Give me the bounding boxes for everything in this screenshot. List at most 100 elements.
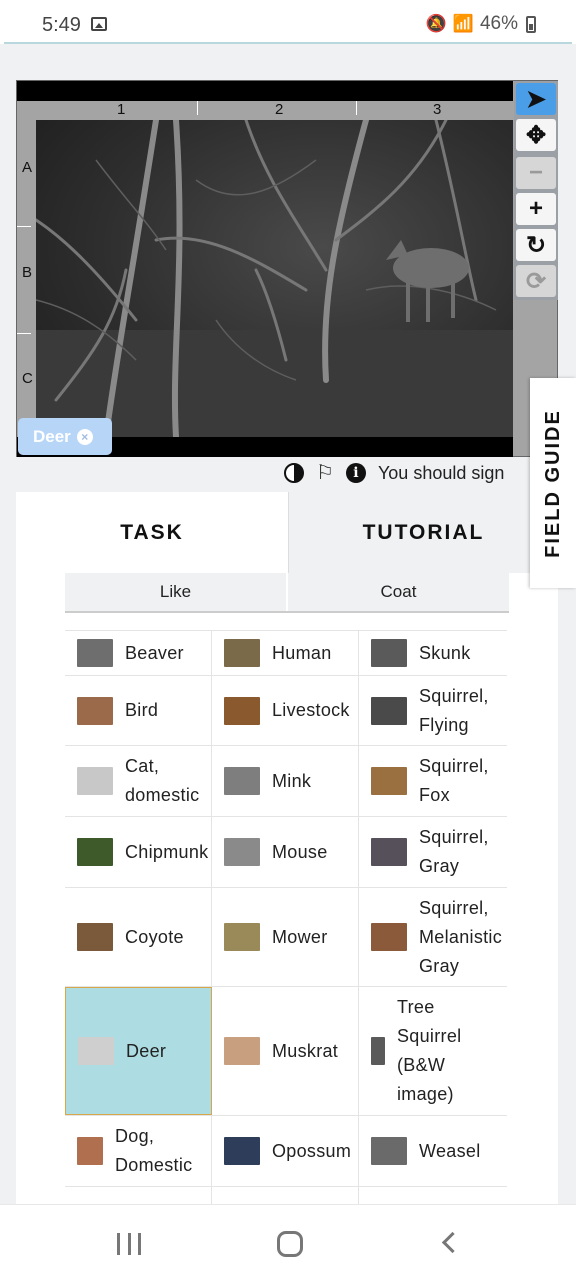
species-label: Chipmunk <box>125 841 209 862</box>
species-thumbnail <box>224 838 260 866</box>
species-option[interactable]: Tree Squirrel (B&W image) <box>359 987 506 1115</box>
species-option-selected[interactable]: Deer <box>65 987 212 1115</box>
species-option[interactable]: Mink <box>212 746 359 816</box>
subject-viewer[interactable]: 1 2 3 A B C ➤ ✥ − + ↻ ⟳ Deer × <box>16 80 558 457</box>
species-label: Muskrat <box>272 1040 339 1061</box>
species-label: Skunk <box>419 642 471 663</box>
field-guide-label: FIELD GUIDE <box>541 408 564 558</box>
species-row: Cat, domestic Mink Squirrel, Fox <box>65 745 507 816</box>
species-thumbnail <box>77 838 113 866</box>
filter-bar: Like Coat <box>65 573 509 613</box>
field-guide-button[interactable]: FIELD GUIDE <box>530 378 576 588</box>
rotate-icon[interactable]: ↻ <box>516 229 556 261</box>
species-label: Coyote <box>125 926 184 947</box>
species-thumbnail <box>224 696 260 725</box>
grid-column-label: 3 <box>433 101 442 118</box>
species-thumbnail <box>224 1137 260 1165</box>
pointer-tool-icon[interactable]: ➤ <box>516 83 556 115</box>
species-label: Mink <box>272 770 312 791</box>
species-label: Tree Squirrel (B&W image) <box>397 997 462 1104</box>
flag-icon[interactable]: ⚐ <box>316 463 334 483</box>
species-thumbnail <box>224 923 260 951</box>
filter-coat-button[interactable]: Coat <box>286 573 509 611</box>
tab-tutorial[interactable]: TUTORIAL <box>288 492 558 573</box>
camera-trap-photo[interactable] <box>36 120 513 437</box>
remove-tag-icon[interactable]: × <box>76 428 93 445</box>
species-grid: Beaver Human Skunk Bird Livestock Squirr… <box>65 630 507 1206</box>
selected-species-tag[interactable]: Deer × <box>18 418 112 455</box>
status-icons: 🔕 📶 46% <box>426 13 536 35</box>
grid-tick <box>17 226 31 227</box>
species-option[interactable]: Dog, Domestic <box>65 1116 212 1186</box>
wifi-icon: 📶 <box>452 14 474 33</box>
species-row: Coyote Mower Squirrel, Melanistic Gray <box>65 887 507 986</box>
species-option[interactable]: Bird <box>65 676 212 745</box>
species-option[interactable]: Muskrat <box>212 987 359 1115</box>
grid-row-label: A <box>22 159 33 176</box>
species-thumbnail <box>224 767 260 795</box>
species-label: Squirrel, Melanistic Gray <box>419 897 503 976</box>
species-option[interactable]: Squirrel, Fox <box>359 746 506 816</box>
species-label: Squirrel, Gray <box>419 827 489 876</box>
species-row: Bird Livestock Squirrel, Flying <box>65 675 507 745</box>
species-option[interactable]: Mower <box>212 888 359 986</box>
zoom-out-icon[interactable]: − <box>516 157 556 189</box>
species-thumbnail <box>371 767 407 795</box>
species-label: Cat, domestic <box>125 756 200 805</box>
species-option[interactable]: Livestock <box>212 676 359 745</box>
battery-icon <box>526 15 536 33</box>
species-option[interactable]: Squirrel, Melanistic Gray <box>359 888 506 986</box>
filter-like-button[interactable]: Like <box>65 573 286 611</box>
zoom-in-icon[interactable]: + <box>516 193 556 225</box>
species-thumbnail <box>77 639 113 667</box>
species-label: Dog, Domestic <box>115 1126 193 1175</box>
gallery-icon <box>91 17 107 31</box>
status-bar: 5:49 🔕 📶 46% <box>0 0 576 44</box>
species-label: Mouse <box>272 841 328 862</box>
species-thumbnail <box>78 1037 114 1065</box>
species-option[interactable]: Squirrel, Gray <box>359 817 506 887</box>
grid-tick <box>197 101 198 115</box>
species-option[interactable]: Weasel <box>359 1116 506 1186</box>
back-icon[interactable] <box>441 1231 464 1254</box>
viewer-top-bar <box>17 81 513 101</box>
home-icon[interactable] <box>277 1231 303 1257</box>
task-tabs: TASK TUTORIAL <box>16 492 558 573</box>
grid-tick <box>17 333 31 334</box>
species-row: Chipmunk Mouse Squirrel, Gray <box>65 816 507 887</box>
species-option[interactable]: Beaver <box>65 631 212 675</box>
metadata-icon[interactable]: i <box>345 463 366 483</box>
reset-icon[interactable]: ⟳ <box>516 265 556 297</box>
species-label: Beaver <box>125 642 184 663</box>
species-row-partial <box>65 1186 507 1206</box>
species-option[interactable]: Cat, domestic <box>65 746 212 816</box>
species-thumbnail <box>371 838 407 866</box>
species-option[interactable]: Mouse <box>212 817 359 887</box>
grid-column-label: 2 <box>275 101 284 118</box>
status-time: 5:49 <box>42 14 81 36</box>
species-thumbnail <box>77 696 113 725</box>
move-tool-icon[interactable]: ✥ <box>516 119 556 151</box>
grid-row-label: B <box>22 264 33 281</box>
species-option[interactable]: Squirrel, Flying <box>359 676 506 745</box>
sign-in-message[interactable]: You should sign <box>378 463 504 484</box>
species-option[interactable]: Skunk <box>359 631 506 675</box>
species-thumbnail <box>224 1037 260 1065</box>
species-option[interactable]: Human <box>212 631 359 675</box>
tab-task[interactable]: TASK <box>16 492 288 573</box>
grid-row-label: C <box>22 370 33 387</box>
recent-apps-icon[interactable] <box>117 1233 141 1255</box>
species-row: Beaver Human Skunk <box>65 630 507 675</box>
species-option[interactable]: Chipmunk <box>65 817 212 887</box>
invert-colors-icon[interactable] <box>284 463 304 483</box>
species-label: Squirrel, Fox <box>419 756 489 805</box>
species-label: Squirrel, Flying <box>419 685 489 735</box>
species-option[interactable]: Coyote <box>65 888 212 986</box>
species-label: Mower <box>272 926 328 947</box>
grid-tick <box>356 101 357 115</box>
species-option[interactable]: Opossum <box>212 1116 359 1186</box>
species-thumbnail <box>371 1037 385 1065</box>
species-thumbnail <box>77 767 113 795</box>
species-label: Deer <box>126 1040 167 1061</box>
species-label: Human <box>272 642 332 663</box>
